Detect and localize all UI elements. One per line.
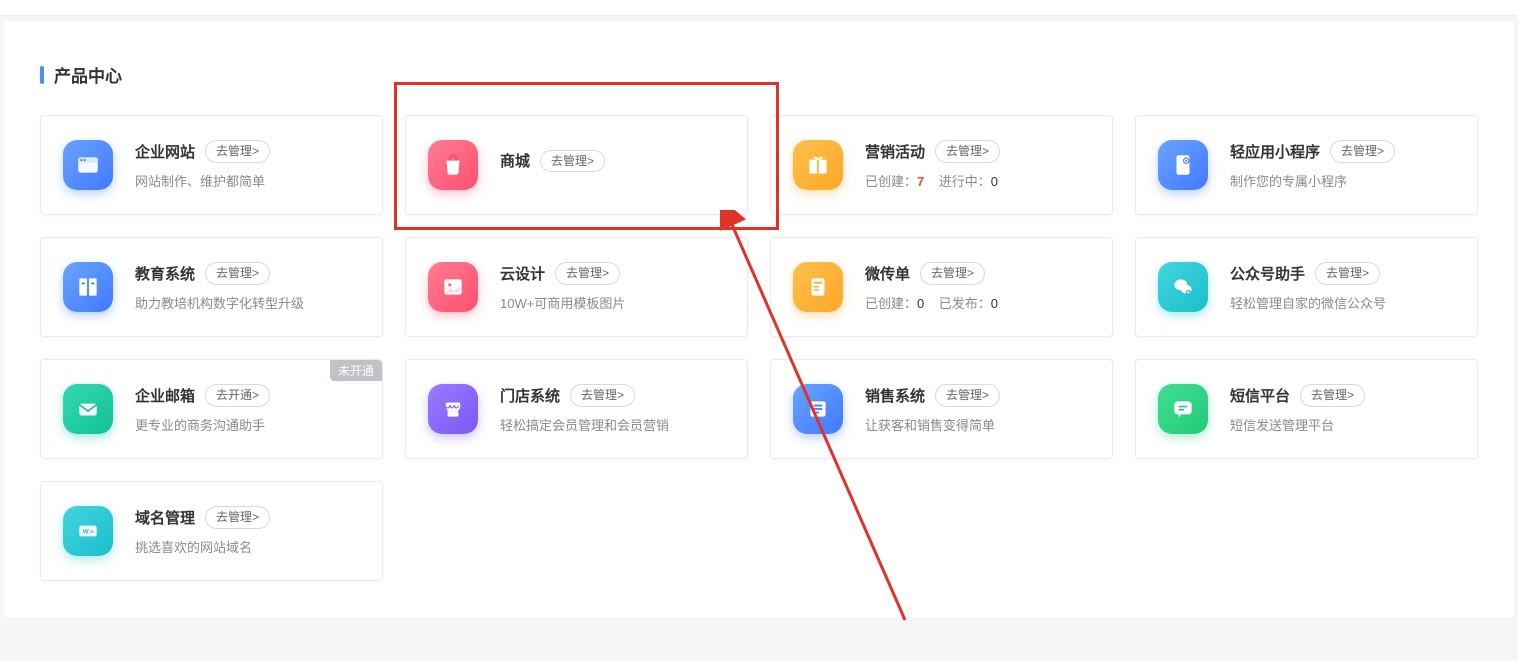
card-title: 公众号助手 <box>1230 263 1305 284</box>
list-icon <box>793 384 843 434</box>
card-desc: 已创建：7 进行中：0 <box>865 171 1090 190</box>
stat-value: 0 <box>991 296 998 311</box>
manage-button[interactable]: 去管理> <box>1315 262 1380 285</box>
card-title: 教育系统 <box>135 263 195 284</box>
product-card-wechat[interactable]: 公众号助手 去管理> 轻松管理自家的微信公众号 <box>1135 237 1478 337</box>
stat-label: 已发布： <box>939 296 991 311</box>
product-card-shop[interactable]: 商城 去管理> <box>405 115 748 215</box>
svg-text:W.≡: W.≡ <box>83 529 95 536</box>
product-card-flyer[interactable]: 微传单 去管理> 已创建：0 已发布：0 <box>770 237 1113 337</box>
badge-unopened: 未开通 <box>330 360 382 381</box>
product-card-store[interactable]: 门店系统 去管理> 轻松搞定会员管理和会员营销 <box>405 359 748 459</box>
phone-app-icon <box>1158 140 1208 190</box>
manage-button[interactable]: 去管理> <box>1300 384 1365 407</box>
card-title: 短信平台 <box>1230 385 1290 406</box>
manage-button[interactable]: 去管理> <box>935 140 1000 163</box>
stat-value: 7 <box>917 174 924 189</box>
envelope-icon <box>63 384 113 434</box>
card-title: 企业邮箱 <box>135 385 195 406</box>
manage-button[interactable]: 去管理> <box>540 150 605 173</box>
stat-label: 进行中： <box>939 174 991 189</box>
card-title: 营销活动 <box>865 141 925 162</box>
card-title: 企业网站 <box>135 141 195 162</box>
storefront-icon <box>428 384 478 434</box>
product-card-sales[interactable]: 销售系统 去管理> 让获客和销售变得简单 <box>770 359 1113 459</box>
card-desc: 轻松搞定会员管理和会员营销 <box>500 415 725 434</box>
card-title: 门店系统 <box>500 385 560 406</box>
product-card-sms[interactable]: 短信平台 去管理> 短信发送管理平台 <box>1135 359 1478 459</box>
browser-icon <box>63 140 113 190</box>
product-card-marketing[interactable]: 营销活动 去管理> 已创建：7 进行中：0 <box>770 115 1113 215</box>
card-title: 云设计 <box>500 263 545 284</box>
manage-button[interactable]: 去管理> <box>205 262 270 285</box>
stat-label: 已创建： <box>865 296 917 311</box>
page: 产品中心 企业网站 去管理> 网站制作、维护都简单 商城 <box>4 22 1514 617</box>
product-card-design[interactable]: 云设计 去管理> 10W+可商用模板图片 <box>405 237 748 337</box>
header-placeholder <box>0 0 1518 16</box>
wechat-icon <box>1158 262 1208 312</box>
section-title-bar <box>40 66 44 84</box>
manage-button[interactable]: 去管理> <box>935 384 1000 407</box>
card-title: 微传单 <box>865 263 910 284</box>
product-card-domain[interactable]: W.≡ 域名管理 去管理> 挑选喜欢的网站域名 <box>40 481 383 581</box>
card-desc: 制作您的专属小程序 <box>1230 171 1455 190</box>
open-button[interactable]: 去开通> <box>205 384 270 407</box>
card-desc: 已创建：0 已发布：0 <box>865 293 1090 312</box>
card-title: 轻应用小程序 <box>1230 141 1320 162</box>
card-desc: 助力教培机构数字化转型升级 <box>135 293 360 312</box>
manage-button[interactable]: 去管理> <box>205 506 270 529</box>
page-icon <box>793 262 843 312</box>
card-title: 商城 <box>500 150 530 171</box>
card-desc: 短信发送管理平台 <box>1230 415 1455 434</box>
manage-button[interactable]: 去管理> <box>1330 140 1395 163</box>
product-card-edu[interactable]: 教育系统 去管理> 助力教培机构数字化转型升级 <box>40 237 383 337</box>
card-desc: 让获客和销售变得简单 <box>865 415 1090 434</box>
product-card-mail[interactable]: 未开通 企业邮箱 去开通> 更专业的商务沟通助手 <box>40 359 383 459</box>
card-title: 域名管理 <box>135 507 195 528</box>
section-title: 产品中心 <box>40 62 1478 87</box>
product-card-miniapp[interactable]: 轻应用小程序 去管理> 制作您的专属小程序 <box>1135 115 1478 215</box>
manage-button[interactable]: 去管理> <box>205 140 270 163</box>
card-desc: 更专业的商务沟通助手 <box>135 415 360 434</box>
message-icon <box>1158 384 1208 434</box>
manage-button[interactable]: 去管理> <box>570 384 635 407</box>
product-grid: 企业网站 去管理> 网站制作、维护都简单 商城 去管理> <box>40 115 1478 581</box>
manage-button[interactable]: 去管理> <box>920 262 985 285</box>
image-icon <box>428 262 478 312</box>
shopping-bag-icon <box>428 140 478 190</box>
domain-icon: W.≡ <box>63 506 113 556</box>
manage-button[interactable]: 去管理> <box>555 262 620 285</box>
card-desc: 10W+可商用模板图片 <box>500 293 725 312</box>
book-icon <box>63 262 113 312</box>
stat-label: 已创建： <box>865 174 917 189</box>
card-title: 销售系统 <box>865 385 925 406</box>
card-desc: 网站制作、维护都简单 <box>135 171 360 190</box>
stat-value: 0 <box>917 296 924 311</box>
card-desc: 挑选喜欢的网站域名 <box>135 537 360 556</box>
gift-icon <box>793 140 843 190</box>
stat-value: 0 <box>991 174 998 189</box>
card-desc: 轻松管理自家的微信公众号 <box>1230 293 1455 312</box>
product-card-site[interactable]: 企业网站 去管理> 网站制作、维护都简单 <box>40 115 383 215</box>
section-title-text: 产品中心 <box>54 62 122 87</box>
